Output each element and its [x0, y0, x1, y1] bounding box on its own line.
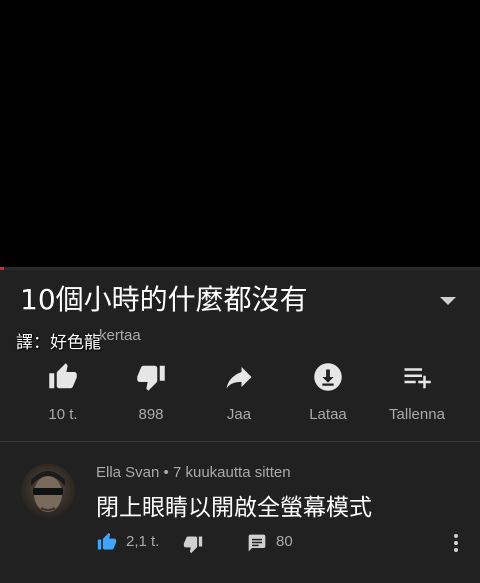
comment-separator: • [163, 464, 169, 481]
comment-actions: 2,1 t. 80 [96, 530, 476, 554]
reply-count: 80 [276, 533, 293, 550]
like-button[interactable]: 10 t. [18, 358, 108, 428]
more-options-icon[interactable] [446, 532, 466, 554]
comment-like-icon[interactable] [96, 532, 118, 552]
avatar[interactable] [21, 464, 75, 518]
comment-author[interactable]: Ella Svan [96, 464, 159, 481]
video-info-panel: 10個小時的什麼都沒有 kertaa 譯：好色龍 10 t. 898 Jaa L… [0, 270, 480, 583]
dislike-count: 898 [138, 406, 164, 423]
download-button[interactable]: Lataa [283, 358, 373, 428]
share-button[interactable]: Jaa [194, 358, 284, 428]
share-icon [226, 367, 252, 389]
comment-header: Ella Svan • 7 kuukautta sitten [96, 464, 291, 481]
comment-dislike-icon[interactable] [182, 534, 204, 554]
comment-time: 7 kuukautta sitten [172, 464, 291, 481]
comment-like-count: 2,1 t. [126, 533, 160, 550]
section-divider [0, 441, 480, 442]
translator-credit: 譯：好色龍 [16, 333, 101, 353]
reply-icon[interactable] [246, 533, 268, 553]
expand-description-icon[interactable] [438, 294, 458, 308]
download-icon [314, 363, 342, 391]
action-bar: 10 t. 898 Jaa Lataa Tallenna [18, 358, 462, 428]
save-button[interactable]: Tallenna [372, 358, 462, 428]
avatar-face-icon [31, 471, 65, 512]
dislike-button[interactable]: 898 [106, 358, 196, 428]
add-to-playlist-icon [404, 368, 431, 389]
thumbs-down-icon [137, 365, 165, 391]
comment-text: 閉上眼睛以開啟全螢幕模式 [96, 495, 372, 521]
download-label: Lataa [309, 406, 347, 423]
like-count: 10 t. [48, 406, 78, 423]
share-label: Jaa [226, 406, 252, 423]
thumbs-up-icon [49, 363, 77, 389]
save-label: Tallenna [389, 406, 445, 423]
video-player[interactable] [0, 0, 480, 269]
video-title: 10個小時的什麼都沒有 [20, 283, 308, 316]
